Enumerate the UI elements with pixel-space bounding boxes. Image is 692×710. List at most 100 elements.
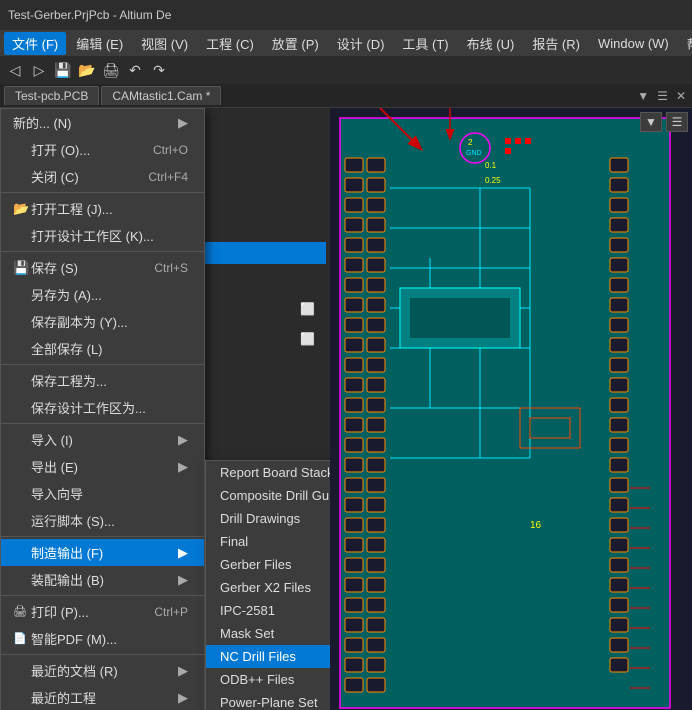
menu-item-smart-pdf[interactable]: 📄 智能PDF (M)...	[1, 625, 204, 652]
menu-item-open-project-icon: 📂	[13, 201, 31, 217]
menu-item-save-workspace-label: 保存设计工作区为...	[31, 398, 188, 417]
menu-route[interactable]: 布线 (U)	[459, 32, 523, 55]
file-menu-dropdown: 新的... (N) ▶ 打开 (O)... Ctrl+O 关闭 (C) Ctrl…	[0, 108, 205, 710]
menu-bar: 文件 (F) 编辑 (E) 视图 (V) 工程 (C) 放置 (P) 设计 (D…	[0, 30, 692, 56]
menu-item-save-label: 保存 (S)	[31, 258, 134, 277]
menu-item-assembly-label: 装配输出 (B)	[31, 570, 170, 589]
separator-3	[1, 364, 204, 365]
svg-text:0.25: 0.25	[485, 176, 501, 185]
menu-project[interactable]: 工程 (C)	[198, 32, 262, 55]
menu-item-close[interactable]: 关闭 (C) Ctrl+F4	[1, 163, 204, 190]
menu-item-assembly[interactable]: 装配输出 (B) ▶	[1, 566, 204, 593]
menu-window[interactable]: Window (W)	[590, 34, 677, 53]
menu-item-saveas-label: 另存为 (A)...	[31, 285, 188, 304]
menu-edit[interactable]: 编辑 (E)	[68, 32, 131, 55]
menu-item-print-shortcut: Ctrl+P	[154, 605, 188, 619]
menu-item-recent-projects-arrow: ▶	[178, 690, 188, 706]
submenu-item-drill-drawings[interactable]: Drill Drawings	[206, 507, 330, 530]
rp-filter-btn[interactable]: ▼	[640, 112, 662, 132]
menu-item-run-script[interactable]: 运行脚本 (S)...	[1, 507, 204, 534]
menu-item-fabrication[interactable]: 制造输出 (F) ▶	[1, 539, 204, 566]
toolbar-open[interactable]: 📂	[76, 59, 98, 81]
tab-menu-icon[interactable]: ☰	[655, 89, 670, 103]
separator-4	[1, 423, 204, 424]
main-area: ⬜ ⬜ 新的... (N) ▶ 打开 (O)... Ctrl+O 关闭 (C) …	[0, 108, 692, 710]
menu-item-save-workspace[interactable]: 保存设计工作区为...	[1, 394, 204, 421]
menu-item-print[interactable]: 🖨 打印 (P)... Ctrl+P	[1, 598, 204, 625]
right-panel: ▼ ☰	[330, 108, 692, 710]
menu-item-import[interactable]: 导入 (I) ▶	[1, 426, 204, 453]
tab-icons: ▼ ☰ ✕	[635, 89, 688, 103]
submenu-item-gerber-files[interactable]: Gerber Files	[206, 553, 330, 576]
menu-view[interactable]: 视图 (V)	[133, 32, 196, 55]
menu-item-new[interactable]: 新的... (N) ▶	[1, 109, 204, 136]
submenu-item-odb-plus[interactable]: ODB++ Files	[206, 668, 330, 691]
menu-item-recent-projects[interactable]: 最近的工程 ▶	[1, 684, 204, 710]
toolbar-undo[interactable]: ↶	[124, 59, 146, 81]
panel-file-icon-1: ⬜	[300, 302, 315, 316]
submenu-item-power-plane[interactable]: Power-Plane Set	[206, 691, 330, 710]
menu-item-import-wizard[interactable]: 导入向导	[1, 480, 204, 507]
toolbar-save[interactable]: 💾	[52, 59, 74, 81]
menu-item-save[interactable]: 💾 保存 (S) Ctrl+S	[1, 254, 204, 281]
rp-menu-btn[interactable]: ☰	[666, 112, 688, 132]
separator-7	[1, 654, 204, 655]
menu-item-save-icon: 💾	[13, 260, 31, 276]
menu-item-recent-docs-arrow: ▶	[178, 663, 188, 679]
menu-item-open[interactable]: 打开 (O)... Ctrl+O	[1, 136, 204, 163]
submenu-item-ipc2581[interactable]: IPC-2581	[206, 599, 330, 622]
menu-place[interactable]: 放置 (P)	[264, 32, 327, 55]
tab-bar: Test-pcb.PCB CAMtastic1.Cam * ▼ ☰ ✕	[0, 84, 692, 108]
menu-report[interactable]: 报告 (R)	[524, 32, 588, 55]
menu-file[interactable]: 文件 (F)	[4, 32, 66, 55]
panel-file-icon-2: ⬜	[300, 332, 315, 346]
menu-item-open-project[interactable]: 📂 打开工程 (J)...	[1, 195, 204, 222]
menu-item-smart-pdf-label: 智能PDF (M)...	[31, 629, 188, 648]
svg-text:GND: GND	[466, 150, 482, 157]
menu-item-export[interactable]: 导出 (E) ▶	[1, 453, 204, 480]
menu-item-open-shortcut: Ctrl+O	[153, 143, 188, 157]
menu-item-save-copy-label: 保存副本为 (Y)...	[31, 312, 188, 331]
menu-item-close-shortcut: Ctrl+F4	[148, 170, 188, 184]
menu-item-fabrication-arrow: ▶	[178, 545, 188, 561]
menu-item-save-all[interactable]: 全部保存 (L)	[1, 335, 204, 362]
toolbar-print[interactable]: 🖨	[100, 59, 122, 81]
tab-cam[interactable]: CAMtastic1.Cam *	[101, 86, 221, 105]
fabrication-submenu: Report Board Stack Composite Drill Guide…	[205, 460, 330, 710]
toolbar-forward[interactable]: ▷	[28, 59, 50, 81]
menu-item-save-shortcut: Ctrl+S	[154, 261, 188, 275]
submenu-item-nc-drill[interactable]: NC Drill Files	[206, 645, 330, 668]
menu-tools[interactable]: 工具 (T)	[394, 32, 456, 55]
submenu-item-gerber-x2[interactable]: Gerber X2 Files	[206, 576, 330, 599]
submenu-item-mask-set[interactable]: Mask Set	[206, 622, 330, 645]
separator-2	[1, 251, 204, 252]
menu-item-save-project[interactable]: 保存工程为...	[1, 367, 204, 394]
menu-item-export-label: 导出 (E)	[31, 457, 170, 476]
menu-design[interactable]: 设计 (D)	[329, 32, 393, 55]
menu-item-save-project-label: 保存工程为...	[31, 371, 188, 390]
menu-item-saveas[interactable]: 另存为 (A)...	[1, 281, 204, 308]
toolbar: ◁ ▷ 💾 📂 🖨 ↶ ↷	[0, 56, 692, 84]
menu-item-import-wizard-label: 导入向导	[31, 484, 188, 503]
submenu-item-final[interactable]: Final	[206, 530, 330, 553]
toolbar-back[interactable]: ◁	[4, 59, 26, 81]
menu-item-open-workspace[interactable]: 打开设计工作区 (K)...	[1, 222, 204, 249]
menu-item-save-copy[interactable]: 保存副本为 (Y)...	[1, 308, 204, 335]
submenu-item-composite-drill[interactable]: Composite Drill Guide	[206, 484, 330, 507]
menu-item-new-label: 新的... (N)	[13, 113, 72, 132]
tab-pcb[interactable]: Test-pcb.PCB	[4, 86, 99, 105]
submenu-item-report-board-stack[interactable]: Report Board Stack	[206, 461, 330, 484]
menu-item-recent-docs-label: 最近的文档 (R)	[31, 661, 170, 680]
menu-item-new-arrow: ▶	[178, 115, 188, 131]
toolbar-redo[interactable]: ↷	[148, 59, 170, 81]
menu-help[interactable]: 帮助 (H)	[679, 32, 692, 55]
menu-item-recent-docs[interactable]: 最近的文档 (R) ▶	[1, 657, 204, 684]
menu-item-open-workspace-label: 打开设计工作区 (K)...	[31, 226, 188, 245]
menu-item-print-label: 打印 (P)...	[31, 602, 134, 621]
menu-item-save-all-label: 全部保存 (L)	[31, 339, 188, 358]
svg-text:2: 2	[468, 138, 473, 147]
tab-filter-icon[interactable]: ▼	[635, 89, 651, 103]
menu-item-fabrication-label: 制造输出 (F)	[31, 543, 170, 562]
menu-item-smart-pdf-icon: 📄	[13, 632, 31, 645]
tab-close-icon[interactable]: ✕	[674, 89, 688, 103]
